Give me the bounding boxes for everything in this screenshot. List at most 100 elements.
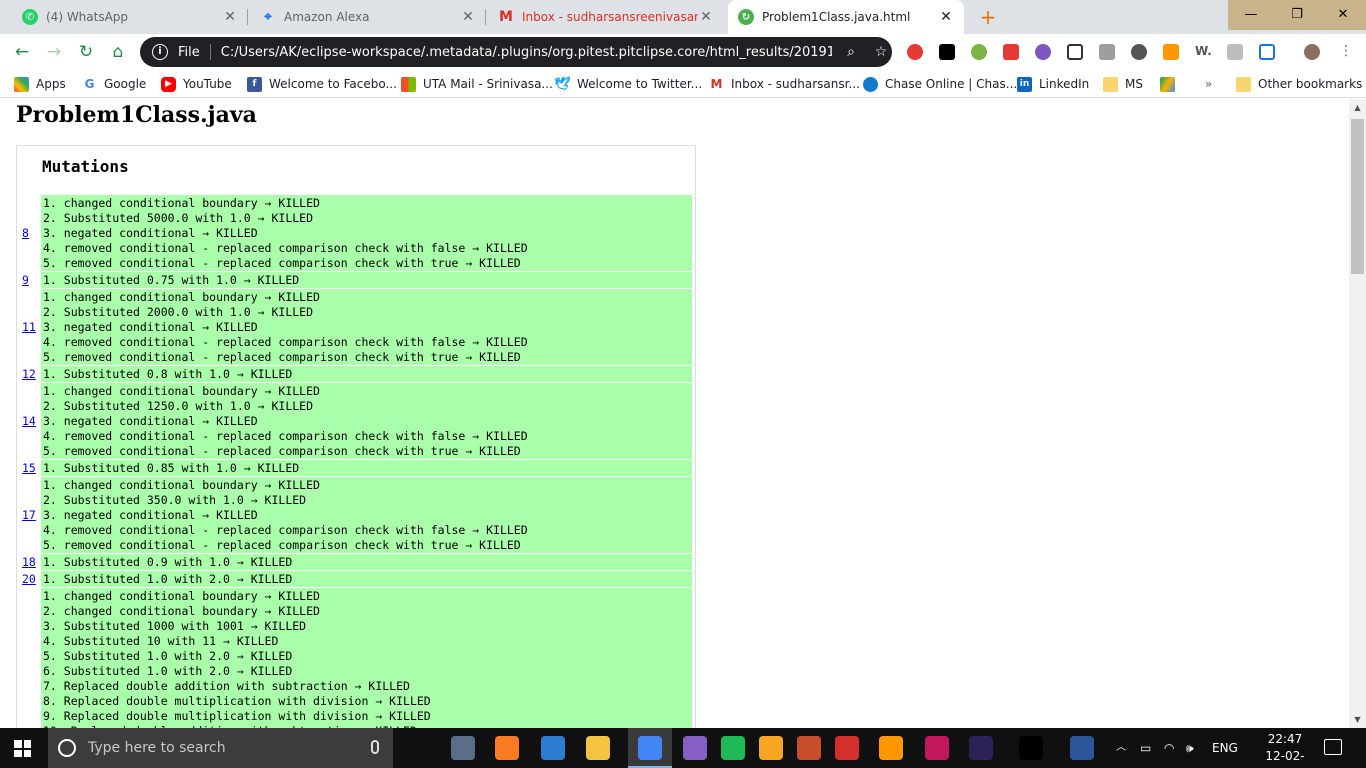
- tab-inbox[interactable]: M Inbox - sudharsansreenivasan@g ✕: [488, 0, 724, 34]
- home-button[interactable]: ⌂: [106, 40, 130, 64]
- microphone-icon[interactable]: [371, 740, 379, 754]
- bookmark-chase[interactable]: Chase Online | Chas...: [863, 75, 1017, 93]
- file-explorer-icon[interactable]: [586, 736, 610, 760]
- powerpoint-icon[interactable]: [797, 736, 821, 760]
- menu-icon[interactable]: ⋮: [1338, 44, 1354, 60]
- store-icon[interactable]: [541, 736, 565, 760]
- mutation-item: 3. negated conditional → KILLED: [43, 508, 258, 522]
- sublime-text-icon[interactable]: [879, 736, 903, 760]
- line-number-cell: 8: [19, 195, 41, 272]
- bookmark-apps[interactable]: Apps: [14, 75, 66, 93]
- table-row: 15 1. Substituted 0.85 with 1.0 → KILLED: [19, 459, 692, 477]
- bookmark-youtube[interactable]: ▶ YouTube: [161, 75, 232, 93]
- paint-icon[interactable]: [759, 736, 783, 760]
- extension-icon[interactable]: [1227, 44, 1243, 60]
- extension-icon[interactable]: [1099, 44, 1115, 60]
- scroll-up-arrow-icon[interactable]: ▲: [1349, 99, 1366, 116]
- bookmarks-overflow-button[interactable]: »: [1205, 75, 1212, 93]
- line-number-link[interactable]: 8: [22, 226, 29, 240]
- show-hidden-icons-icon[interactable]: ︿: [1116, 728, 1126, 768]
- bookmark-google[interactable]: G Google: [82, 75, 147, 93]
- tab-amazon-alexa[interactable]: ⌖ Amazon Alexa ✕: [250, 0, 486, 34]
- line-number-link[interactable]: 14: [22, 414, 36, 428]
- extension-icon[interactable]: [1003, 44, 1019, 60]
- back-button[interactable]: ←: [10, 40, 34, 64]
- mutations-cell: 1. Substituted 0.85 with 1.0 → KILLED: [41, 459, 692, 477]
- restore-button[interactable]: ❐: [1274, 0, 1320, 30]
- tab-problem1class[interactable]: ↻ Problem1Class.java.html ✕: [728, 0, 964, 34]
- close-icon[interactable]: ✕: [938, 9, 954, 25]
- action-center-icon[interactable]: [1324, 739, 1342, 755]
- table-row: 9 1. Substituted 0.75 with 1.0 → KILLED: [19, 271, 692, 289]
- bookmark-linkedin[interactable]: in LinkedIn: [1017, 75, 1089, 93]
- command-prompt-icon[interactable]: [1019, 736, 1043, 760]
- extension-icon[interactable]: [971, 44, 987, 60]
- close-icon[interactable]: ✕: [460, 9, 476, 25]
- photos-icon[interactable]: [451, 736, 475, 760]
- close-icon[interactable]: ✕: [222, 9, 238, 25]
- scrollbar-thumb[interactable]: [1351, 119, 1364, 274]
- bookmark-star-icon[interactable]: ☆: [870, 44, 892, 60]
- extension-icon[interactable]: [1035, 44, 1051, 60]
- reload-button[interactable]: ↻: [74, 40, 98, 64]
- line-number-link[interactable]: 20: [22, 572, 36, 586]
- language-indicator[interactable]: ENG: [1212, 728, 1238, 768]
- minimize-button[interactable]: —: [1228, 0, 1274, 30]
- volume-icon[interactable]: 🕪: [1186, 728, 1194, 768]
- avatar[interactable]: [1304, 44, 1320, 60]
- vertical-scrollbar[interactable]: ▲ ▼: [1349, 99, 1366, 728]
- taskbar-search-box[interactable]: Type here to search: [48, 728, 393, 768]
- google-icon: G: [84, 77, 95, 91]
- url-scheme: File: [177, 44, 200, 60]
- battery-icon[interactable]: ▭: [1140, 728, 1151, 768]
- line-number-link[interactable]: 12: [22, 367, 36, 381]
- info-icon[interactable]: i: [152, 44, 168, 60]
- chrome-icon[interactable]: [628, 736, 672, 768]
- download-icon[interactable]: [1259, 44, 1275, 60]
- line-number-link[interactable]: 9: [22, 273, 29, 287]
- system-clock[interactable]: 22:47 12-02-2019: [1256, 731, 1314, 768]
- mutation-item: 7. Replaced double addition with subtrac…: [43, 679, 410, 693]
- table-row: 12 1. Substituted 0.8 with 1.0 → KILLED: [19, 365, 692, 383]
- table-row: 20 1. Substituted 1.0 with 2.0 → KILLED: [19, 570, 692, 588]
- bookmark-folder-ms[interactable]: MS: [1103, 75, 1143, 93]
- bookmark-other-bookmarks[interactable]: Other bookmarks: [1236, 75, 1362, 93]
- extension-icon[interactable]: [1067, 44, 1083, 60]
- tab-title: Inbox - sudharsansreenivasan@g: [522, 10, 698, 24]
- wifi-icon[interactable]: ◠: [1164, 728, 1174, 768]
- bookmark-google-drive[interactable]: [1160, 75, 1182, 93]
- visual-studio-icon[interactable]: [683, 736, 707, 760]
- bookmark-uta-mail[interactable]: UTA Mail - Srinivasa...: [401, 75, 553, 93]
- xampp-icon[interactable]: [495, 736, 519, 760]
- snipping-tool-icon[interactable]: [925, 736, 949, 760]
- adblock-extension-icon[interactable]: [907, 44, 923, 60]
- line-number-link[interactable]: 15: [22, 461, 36, 475]
- line-number-link[interactable]: 11: [22, 320, 36, 334]
- honey-extension-icon[interactable]: [1163, 44, 1179, 60]
- new-tab-button[interactable]: +: [976, 5, 1000, 29]
- zoom-icon[interactable]: ⌕: [840, 44, 862, 60]
- url-text[interactable]: C:/Users/AK/eclipse-workspace/.metadata/…: [221, 45, 832, 60]
- youtube-icon: ▶: [161, 76, 176, 92]
- bookmark-twitter[interactable]: 🕊 Welcome to Twitter...: [554, 75, 702, 93]
- extension-icon[interactable]: [939, 44, 955, 60]
- windows-start-icon[interactable]: [14, 740, 31, 757]
- eclipse-icon[interactable]: [969, 736, 993, 760]
- browser-toolbar: ← → ↻ ⌂ i File C:/Users/AK/eclipse-works…: [0, 34, 1366, 70]
- close-icon[interactable]: ✕: [698, 9, 714, 25]
- close-window-button[interactable]: ✕: [1320, 0, 1366, 30]
- line-number-link[interactable]: 18: [22, 555, 36, 569]
- scroll-down-arrow-icon[interactable]: ▼: [1349, 711, 1366, 728]
- address-bar[interactable]: i File C:/Users/AK/eclipse-workspace/.me…: [140, 37, 892, 67]
- calendar-app-icon[interactable]: [835, 736, 859, 760]
- bookmark-facebook[interactable]: f Welcome to Facebo...: [247, 75, 397, 93]
- task-view-icon[interactable]: [405, 736, 429, 760]
- bookmark-inbox[interactable]: M Inbox - sudharsansr...: [709, 75, 860, 93]
- word-icon[interactable]: [1070, 736, 1094, 760]
- forward-button[interactable]: →: [42, 40, 66, 64]
- tab-whatsapp[interactable]: ✆ (4) WhatsApp ✕: [12, 0, 248, 34]
- spotify-icon[interactable]: [721, 736, 745, 760]
- extension-icon[interactable]: [1131, 44, 1147, 60]
- extension-icon[interactable]: W.: [1195, 44, 1212, 60]
- line-number-link[interactable]: 17: [22, 508, 36, 522]
